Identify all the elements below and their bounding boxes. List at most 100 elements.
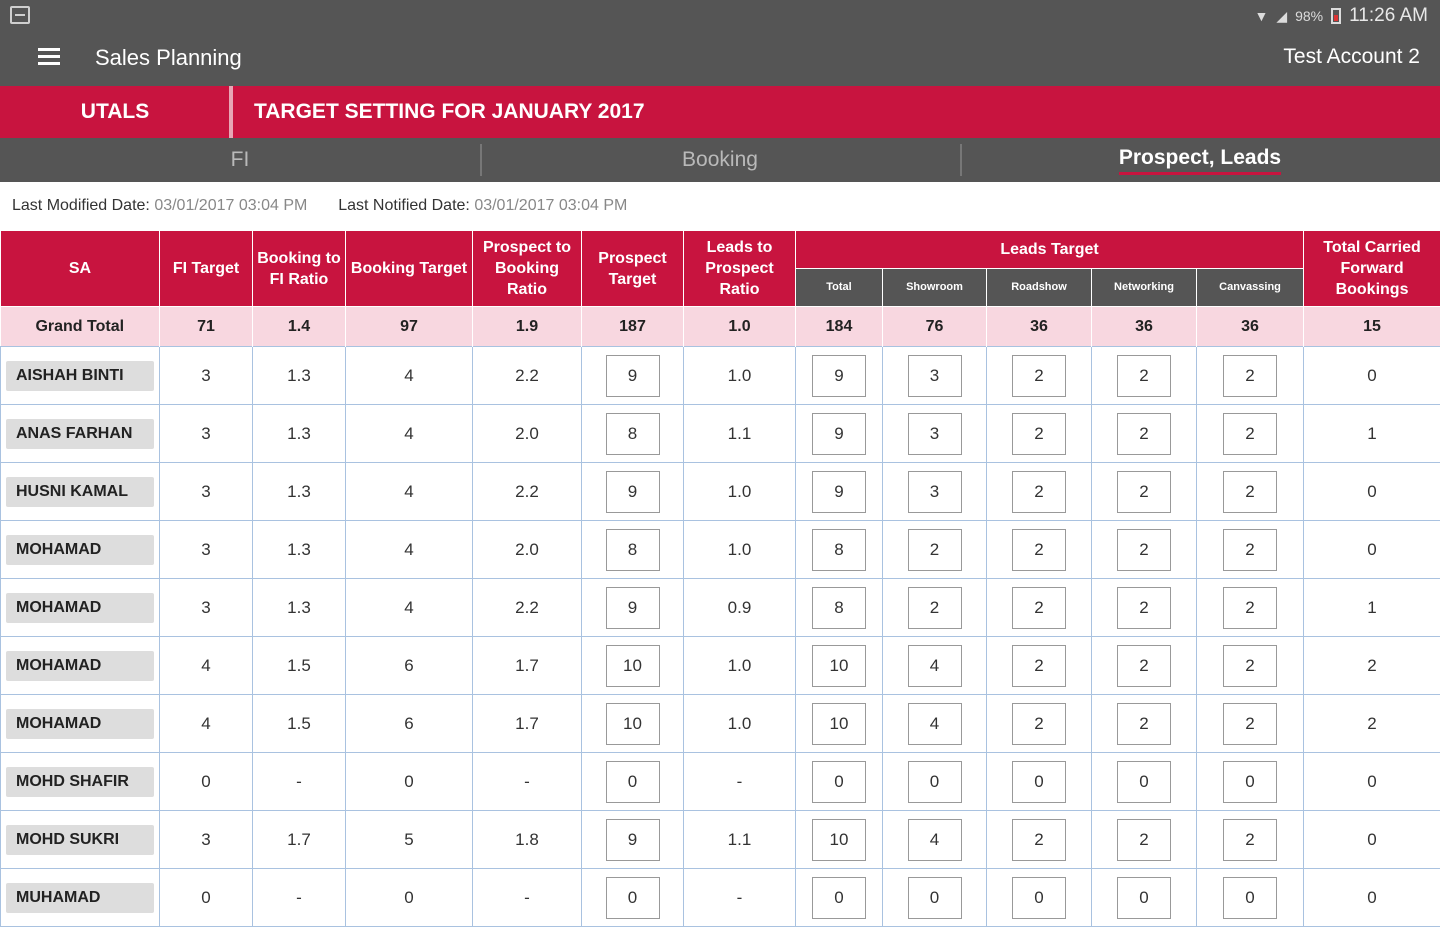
header-divider [229,86,233,138]
prospect-target-input[interactable]: 9 [606,587,660,629]
roadshow-input[interactable]: 0 [1012,877,1066,919]
leads-total-input[interactable]: 10 [812,645,866,687]
leads-total-input[interactable]: 10 [812,819,866,861]
sa-cell: MOHAMAD [1,695,160,753]
networking-input[interactable]: 2 [1117,355,1171,397]
roadshow-input[interactable]: 2 [1012,703,1066,745]
showroom-input[interactable]: 2 [908,529,962,571]
canvassing-input[interactable]: 2 [1223,645,1277,687]
networking-input[interactable]: 2 [1117,819,1171,861]
carried-forward: 0 [1304,347,1440,405]
leads-total-input[interactable]: 0 [812,877,866,919]
sa-name-button[interactable]: MOHD SUKRI [6,825,154,855]
networking-input[interactable]: 2 [1117,587,1171,629]
fi-target: 3 [160,579,253,637]
showroom-input[interactable]: 0 [908,761,962,803]
leads-total-input[interactable]: 0 [812,761,866,803]
carried-forward: 0 [1304,463,1440,521]
leads-total-input[interactable]: 10 [812,703,866,745]
networking-input[interactable]: 2 [1117,645,1171,687]
col-header-leads-total: Total [796,269,883,307]
canvassing-input[interactable]: 2 [1223,587,1277,629]
sa-name-button[interactable]: MOHAMAD [6,535,154,565]
leads-total-input[interactable]: 9 [812,355,866,397]
canvassing-input[interactable]: 2 [1223,703,1277,745]
prospect-target-input[interactable]: 8 [606,529,660,571]
networking-input[interactable]: 2 [1117,413,1171,455]
networking-input[interactable]: 0 [1117,761,1171,803]
prospect-target-input[interactable]: 0 [606,761,660,803]
sa-name-button[interactable]: MOHD SHAFIR [6,767,154,797]
sa-name-button[interactable]: ANAS FARHAN [6,419,154,449]
hamburger-menu-icon[interactable] [38,48,60,66]
canvassing-input[interactable]: 2 [1223,819,1277,861]
account-name[interactable]: Test Account 2 [1283,45,1420,69]
canvassing-input[interactable]: 2 [1223,413,1277,455]
carried-forward: 2 [1304,637,1440,695]
grand-total-networking: 36 [1092,307,1197,347]
tab-prospect-leads[interactable]: Prospect, Leads [960,138,1440,182]
canvassing-input[interactable]: 0 [1223,877,1277,919]
canvassing-input[interactable]: 2 [1223,355,1277,397]
networking-input[interactable]: 2 [1117,529,1171,571]
showroom-input[interactable]: 2 [908,587,962,629]
booking-to-fi-ratio: 1.3 [253,347,346,405]
showroom-cell: 0 [883,753,987,811]
roadshow-input[interactable]: 0 [1012,761,1066,803]
roadshow-input[interactable]: 2 [1012,471,1066,513]
sa-name-button[interactable]: AISHAH BINTI [6,361,154,391]
canvassing-cell: 2 [1197,811,1304,869]
canvassing-cell: 2 [1197,463,1304,521]
prospect-target-input[interactable]: 9 [606,355,660,397]
showroom-input[interactable]: 0 [908,877,962,919]
networking-input[interactable]: 2 [1117,471,1171,513]
roadshow-input[interactable]: 2 [1012,587,1066,629]
roadshow-input[interactable]: 2 [1012,529,1066,571]
leads-total-cell: 9 [796,347,883,405]
sa-cell: MOHD SUKRI [1,811,160,869]
table-row: MOHAMAD41.561.7101.01042222 [1,695,1440,753]
showroom-input[interactable]: 3 [908,355,962,397]
canvassing-cell: 0 [1197,753,1304,811]
showroom-cell: 3 [883,347,987,405]
sa-name-button[interactable]: MUHAMAD [6,883,154,913]
showroom-input[interactable]: 4 [908,645,962,687]
tab-fi[interactable]: FI [0,138,480,182]
prospect-target-input[interactable]: 10 [606,645,660,687]
networking-input[interactable]: 0 [1117,877,1171,919]
prospect-target-input[interactable]: 9 [606,819,660,861]
prospect-target-input[interactable]: 9 [606,471,660,513]
prospect-target-input[interactable]: 8 [606,413,660,455]
canvassing-input[interactable]: 2 [1223,529,1277,571]
leads-total-input[interactable]: 9 [812,471,866,513]
prospect-target-input[interactable]: 0 [606,877,660,919]
leads-total-cell: 8 [796,521,883,579]
tab-booking[interactable]: Booking [480,138,960,182]
leads-total-cell: 8 [796,579,883,637]
showroom-cell: 3 [883,405,987,463]
canvassing-input[interactable]: 2 [1223,471,1277,513]
networking-input[interactable]: 2 [1117,703,1171,745]
showroom-input[interactable]: 3 [908,471,962,513]
fi-target: 3 [160,405,253,463]
carried-forward: 0 [1304,521,1440,579]
roadshow-input[interactable]: 2 [1012,413,1066,455]
leads-total-input[interactable]: 9 [812,413,866,455]
leads-total-input[interactable]: 8 [812,587,866,629]
sa-name-button[interactable]: MOHAMAD [6,709,154,739]
roadshow-input[interactable]: 2 [1012,819,1066,861]
booking-target: 4 [346,347,473,405]
canvassing-input[interactable]: 0 [1223,761,1277,803]
showroom-input[interactable]: 4 [908,703,962,745]
showroom-input[interactable]: 3 [908,413,962,455]
sa-name-button[interactable]: HUSNI KAMAL [6,477,154,507]
roadshow-input[interactable]: 2 [1012,355,1066,397]
roadshow-input[interactable]: 2 [1012,645,1066,687]
showroom-cell: 0 [883,869,987,927]
sa-name-button[interactable]: MOHAMAD [6,651,154,681]
leads-total-input[interactable]: 8 [812,529,866,571]
prospect-target-input[interactable]: 10 [606,703,660,745]
sa-cell: HUSNI KAMAL [1,463,160,521]
sa-name-button[interactable]: MOHAMAD [6,593,154,623]
showroom-input[interactable]: 4 [908,819,962,861]
